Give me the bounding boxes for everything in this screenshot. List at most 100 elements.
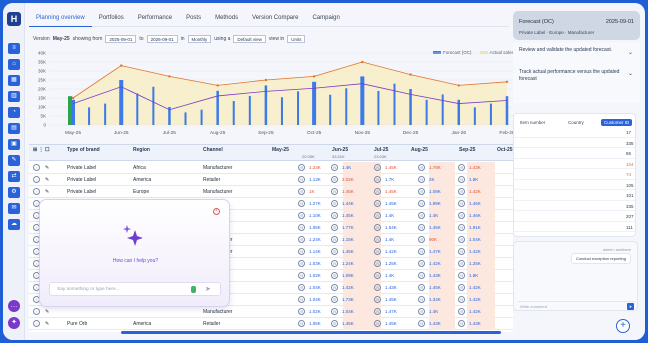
header-jul25[interactable]: Jul-25 bbox=[374, 147, 388, 153]
adjust-icon[interactable]: ⊖ bbox=[418, 224, 425, 231]
cell-value[interactable]: 1.14K bbox=[309, 249, 321, 254]
table-row[interactable]: › ✎ Private Label Europe Manufacturer ⊖ 1K ⊖ 1.4… bbox=[29, 186, 513, 198]
cell-value[interactable]: 1.24K bbox=[342, 261, 354, 266]
adjust-icon[interactable]: ⊖ bbox=[374, 236, 381, 243]
cell-brand[interactable]: Pure Orb bbox=[67, 321, 87, 327]
table-tools-icons[interactable]: ⊞ ⋮ ☐ bbox=[33, 147, 49, 153]
cell-value[interactable]: 1.42K bbox=[342, 285, 354, 290]
adjust-icon[interactable]: ⊖ bbox=[418, 284, 425, 291]
adjust-icon[interactable]: ⊖ bbox=[298, 308, 305, 315]
cell-brand[interactable]: Private Label bbox=[67, 165, 96, 171]
cell-value[interactable]: 1.05K bbox=[309, 321, 321, 326]
adjust-icon[interactable]: ⊖ bbox=[374, 224, 381, 231]
expand-icon[interactable]: › bbox=[33, 164, 40, 171]
cell-value[interactable]: 1.02K bbox=[309, 273, 321, 278]
adjust-icon[interactable]: ⊖ bbox=[298, 200, 305, 207]
cell-value[interactable]: 1.09K bbox=[429, 189, 441, 194]
cell-value[interactable]: 1.45K bbox=[385, 165, 397, 170]
adjust-icon[interactable]: ⊖ bbox=[418, 188, 425, 195]
id-row[interactable]: 335 bbox=[514, 201, 635, 211]
adjust-icon[interactable]: ⊖ bbox=[374, 272, 381, 279]
cell-value[interactable]: 1.42K bbox=[469, 309, 481, 314]
tab-campaign[interactable]: Campaign bbox=[305, 11, 346, 27]
adjust-icon[interactable]: ⊖ bbox=[331, 272, 338, 279]
cell-value[interactable]: 1.45K bbox=[385, 321, 397, 326]
cell-value[interactable]: 1.45K bbox=[342, 189, 354, 194]
cell-value[interactable]: 1.45K bbox=[342, 213, 354, 218]
cell-value[interactable]: 1.44K bbox=[342, 201, 354, 206]
cell-value[interactable]: 1.4K bbox=[342, 165, 351, 170]
adjust-icon[interactable]: ⊖ bbox=[331, 176, 338, 183]
cell-value[interactable]: 2K bbox=[429, 177, 435, 182]
expand-icon[interactable]: › bbox=[33, 188, 40, 195]
cell-value[interactable]: 1.7K bbox=[385, 177, 394, 182]
adjust-icon[interactable]: ⊖ bbox=[298, 272, 305, 279]
adjust-icon[interactable]: ⊖ bbox=[331, 260, 338, 267]
adjust-icon[interactable]: ⊖ bbox=[374, 308, 381, 315]
assistant-sparkle-icon[interactable]: ✦ bbox=[8, 317, 20, 329]
header-sep25[interactable]: Sep-25 bbox=[459, 147, 475, 153]
cell-region[interactable]: America bbox=[133, 321, 151, 327]
edit-icon[interactable]: ✎ bbox=[45, 189, 49, 195]
adjust-icon[interactable]: ⊖ bbox=[418, 176, 425, 183]
header-brand[interactable]: Type of brand bbox=[67, 147, 100, 153]
adjust-icon[interactable]: ⊖ bbox=[418, 308, 425, 315]
cell-value[interactable]: 1.54K bbox=[385, 225, 397, 230]
cell-region[interactable]: America bbox=[133, 177, 151, 183]
cell-value[interactable]: 2.02K bbox=[342, 177, 354, 182]
header-jun25[interactable]: Jun-25 bbox=[332, 147, 348, 153]
adjust-icon[interactable]: ⊖ bbox=[418, 296, 425, 303]
cell-value[interactable]: 1.99K bbox=[429, 201, 441, 206]
adjust-icon[interactable]: ⊖ bbox=[374, 296, 381, 303]
cell-value[interactable]: 1.42K bbox=[469, 189, 481, 194]
tab-portfolios[interactable]: Portfolios bbox=[92, 11, 131, 27]
horizontal-scrollbar[interactable] bbox=[121, 331, 501, 334]
adjust-icon[interactable]: ⊖ bbox=[298, 296, 305, 303]
adjust-icon[interactable]: ⊖ bbox=[331, 200, 338, 207]
id-row[interactable]: 101 bbox=[514, 190, 635, 201]
cell-value[interactable]: 1.43K bbox=[429, 321, 441, 326]
cell-value[interactable]: 1.42K bbox=[469, 285, 481, 290]
id-row[interactable]: 207 bbox=[514, 211, 635, 222]
cell-channel[interactable]: Retailer bbox=[203, 177, 220, 183]
adjust-icon[interactable]: ⊖ bbox=[331, 224, 338, 231]
chart-icon[interactable]: ▥ bbox=[8, 91, 20, 102]
cell-value[interactable]: 1.42K bbox=[469, 297, 481, 302]
cell-value[interactable]: 1.43K bbox=[429, 273, 441, 278]
cell-value[interactable]: 1.24K bbox=[309, 237, 321, 242]
adjust-icon[interactable]: ⊖ bbox=[374, 176, 381, 183]
table-row[interactable]: › ✎ Manufacturer ⊖ 1.02K ⊖ 1.04K ⊖ 1.47K ⊖ 1.4K ⊖ 1.… bbox=[29, 306, 513, 318]
message-icon[interactable]: ✉ bbox=[8, 203, 20, 214]
chevron-down-icon[interactable]: ⌄ bbox=[628, 70, 633, 77]
edit-icon[interactable]: ✎ bbox=[45, 177, 49, 183]
adjust-icon[interactable]: ⊖ bbox=[298, 284, 305, 291]
adjust-icon[interactable]: ⊖ bbox=[298, 320, 305, 327]
adjust-icon[interactable]: ⊖ bbox=[298, 176, 305, 183]
header-may25[interactable]: May-25 bbox=[272, 147, 289, 153]
adjust-icon[interactable]: ⊖ bbox=[331, 164, 338, 171]
tab-version-compare[interactable]: Version Compare bbox=[245, 11, 305, 27]
adjust-icon[interactable]: ⊖ bbox=[298, 260, 305, 267]
adjust-icon[interactable]: ⊖ bbox=[418, 320, 425, 327]
cell-channel[interactable]: Retailer bbox=[203, 321, 220, 327]
adjust-icon[interactable]: ⊖ bbox=[331, 320, 338, 327]
analytics-icon[interactable]: ◔ bbox=[8, 107, 20, 118]
id-row[interactable]: 163 bbox=[514, 232, 635, 236]
view-type-select[interactable]: Default view bbox=[233, 35, 266, 43]
table-row[interactable]: › ✎ Pure Orb America Retailer ⊖ 1.05K ⊖ 1.45K ⊖ 1.… bbox=[29, 318, 513, 330]
header-channel[interactable]: Channel bbox=[203, 147, 223, 153]
cell-value[interactable]: 1.27K bbox=[309, 201, 321, 206]
adjust-icon[interactable]: ⊖ bbox=[331, 212, 338, 219]
list-icon[interactable]: ≡ bbox=[8, 43, 20, 54]
adjust-icon[interactable]: ⊖ bbox=[298, 212, 305, 219]
cell-value[interactable]: 1.78K bbox=[429, 165, 441, 170]
cell-value[interactable]: 1.25K bbox=[469, 261, 481, 266]
header-customer-id[interactable]: Customer ID bbox=[601, 119, 633, 126]
expand-icon[interactable]: › bbox=[33, 320, 40, 327]
adjust-icon[interactable]: ⊖ bbox=[331, 284, 338, 291]
microphone-icon[interactable] bbox=[191, 286, 196, 293]
adjust-icon[interactable]: ⊖ bbox=[298, 188, 305, 195]
id-row[interactable]: 65 bbox=[514, 148, 635, 159]
adjust-icon[interactable]: ⊖ bbox=[374, 200, 381, 207]
adjust-icon[interactable]: ⊖ bbox=[374, 320, 381, 327]
